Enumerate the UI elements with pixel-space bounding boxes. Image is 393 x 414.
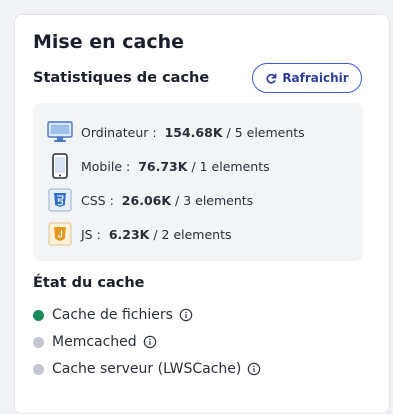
- stat-count: / 5 elements: [226, 124, 305, 140]
- state-title: État du cache: [33, 275, 145, 291]
- status-dot-inactive: [33, 363, 44, 375]
- state-row-file-cache: Cache de fichiers: [33, 307, 193, 323]
- stat-row-js: JS : 6.23K / 2 elements: [47, 221, 232, 247]
- card-title: Mise en cache: [33, 31, 185, 53]
- stat-size: 76.73K: [138, 158, 188, 174]
- refresh-icon: [266, 73, 277, 84]
- stat-count: / 2 elements: [153, 226, 232, 242]
- stat-size: 154.68K: [164, 124, 223, 140]
- stat-row-css: CSS : 26.06K / 3 elements: [47, 187, 253, 213]
- state-label: Cache serveur (LWSCache): [52, 361, 242, 377]
- status-dot-inactive: [33, 336, 44, 348]
- mobile-icon: [47, 153, 73, 179]
- stat-name: Mobile :: [81, 158, 131, 174]
- stat-row-desktop: Ordinateur : 154.68K / 5 elements: [47, 119, 305, 145]
- stat-count: / 3 elements: [175, 192, 254, 208]
- stat-size: 26.06K: [121, 192, 172, 208]
- state-row-memcached: Memcached: [33, 334, 157, 350]
- info-icon[interactable]: [247, 362, 261, 376]
- state-label: Cache de fichiers: [52, 307, 173, 323]
- stat-name: Ordinateur :: [81, 124, 157, 140]
- state-row-server-cache: Cache serveur (LWSCache): [33, 361, 261, 377]
- stats-panel: Ordinateur : 154.68K / 5 elements Mobile…: [33, 103, 363, 261]
- info-icon[interactable]: [179, 308, 193, 322]
- stat-name: CSS :: [81, 192, 114, 208]
- stat-count: / 1 elements: [191, 158, 270, 174]
- refresh-label: Rafraichir: [282, 71, 349, 85]
- stat-size: 6.23K: [108, 226, 150, 242]
- status-dot-active: [33, 309, 44, 321]
- stat-row-mobile: Mobile : 76.73K / 1 elements: [47, 153, 270, 179]
- refresh-button[interactable]: Rafraichir: [252, 63, 362, 93]
- cache-card: Mise en cache Statistiques de cache Rafr…: [14, 14, 390, 414]
- desktop-icon: [47, 119, 73, 145]
- stat-name: JS :: [81, 226, 101, 242]
- js-file-icon: [47, 221, 73, 247]
- stats-title: Statistiques de cache: [33, 70, 210, 86]
- state-label: Memcached: [52, 334, 137, 350]
- css-file-icon: [47, 187, 73, 213]
- info-icon[interactable]: [143, 335, 157, 349]
